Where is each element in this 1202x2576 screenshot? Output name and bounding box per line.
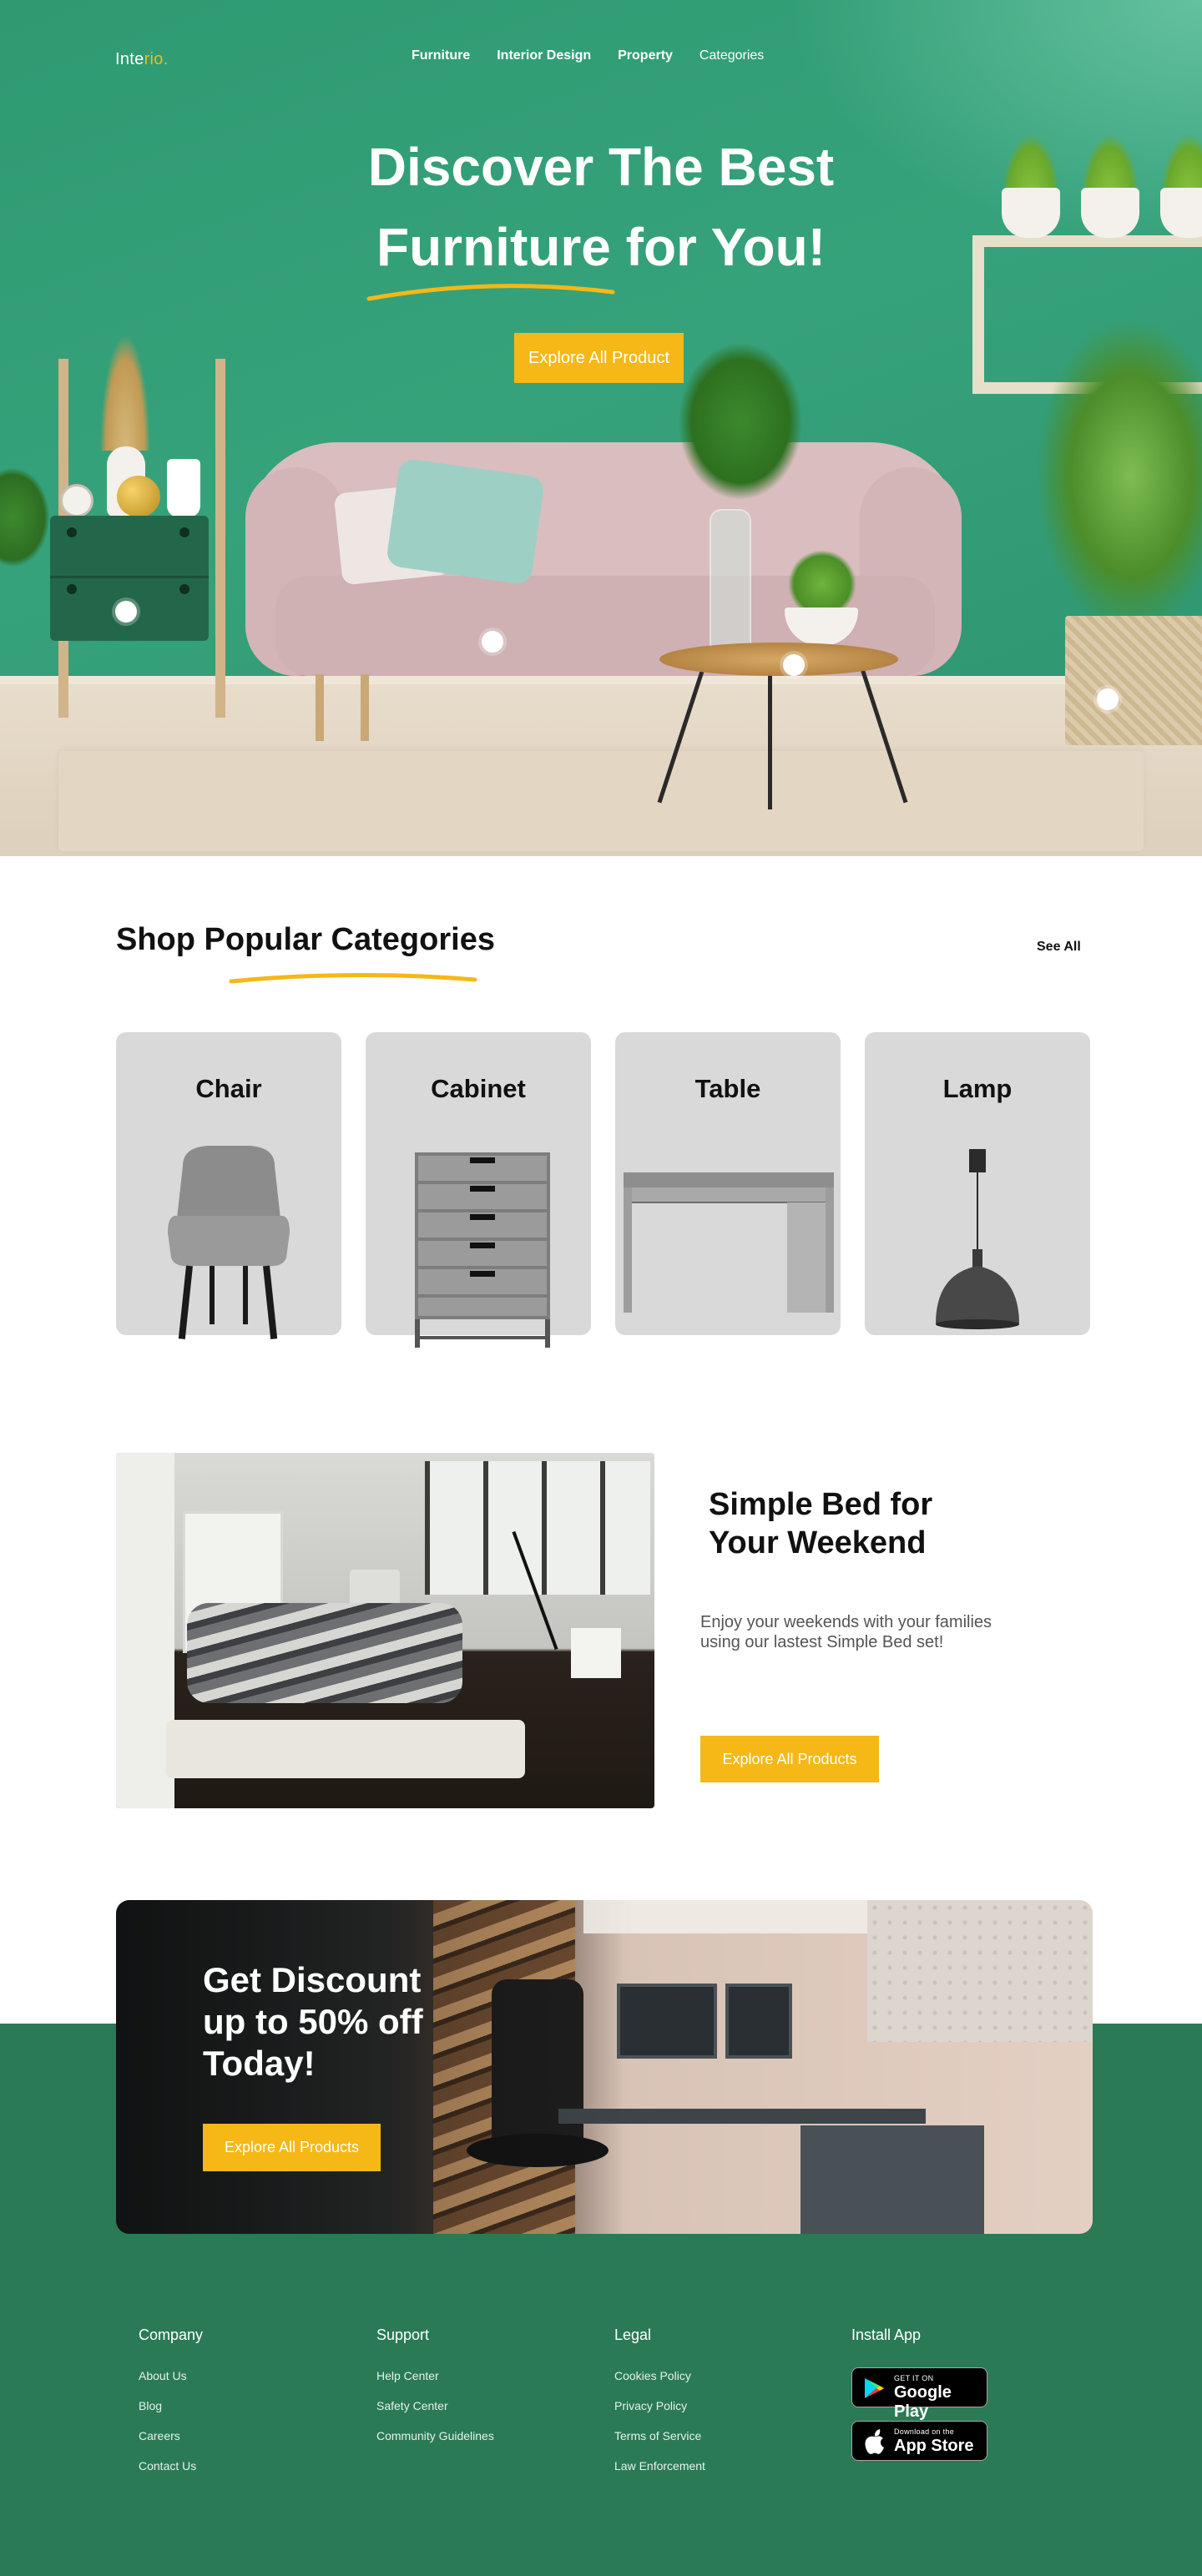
footer-heading: Legal [614,2326,652,2343]
apple-icon [865,2429,884,2454]
hero-underline [366,284,615,301]
footer-link-terms[interactable]: Terms of Service [614,2429,705,2442]
chair-icon [168,1146,290,1339]
cabinet-knob [67,527,77,537]
google-play-badge[interactable]: GET IT ON Google Play [851,2367,987,2421]
categories-underline [229,972,477,984]
hotspot-cabinet[interactable] [115,601,137,623]
nav-interior-design[interactable]: Interior Design [497,48,591,63]
footer-heading: Support [376,2326,430,2343]
desk-icon [624,1172,834,1313]
cabinet-knob [67,584,77,594]
apple-badge-small: Download on the [894,2427,955,2436]
category-label: Chair [195,1074,262,1103]
footer-link-cookies[interactable]: Cookies Policy [614,2369,705,2382]
cabinet-icon [415,1152,550,1348]
tall-plant [1035,317,1202,634]
feature-explore-button[interactable]: Explore All Products [700,1736,879,1782]
monitor-2 [725,1984,792,2059]
category-label: Lamp [942,1074,1013,1103]
footer-heading: Install App [851,2326,922,2343]
see-all-link[interactable]: See All [1037,940,1081,955]
footer-link-law[interactable]: Law Enforcement [614,2459,705,2473]
google-play-icon [865,2378,884,2398]
footer-col-legal: Legal Cookies Policy Privacy Policy Term… [614,2326,705,2489]
footer-col-install: Install App [851,2326,921,2369]
logo[interactable]: Interio. [115,50,169,69]
explore-all-product-button[interactable]: Explore All Product [514,333,684,383]
cabinet-knob [179,527,189,537]
logo-main: Inte [115,50,144,68]
pendant-lamp-icon [936,1149,1019,1329]
hotspot-table[interactable] [783,654,805,676]
hero-title-line2: Furniture for You! [376,217,826,277]
ladder-right-rail [215,359,225,718]
logo-accent: rio. [144,50,169,68]
google-badge-big: Google Play [894,2383,952,2421]
bedroom-rug [166,1720,525,1778]
striped-duvet [187,1603,462,1703]
footer-link-help[interactable]: Help Center [376,2369,494,2382]
promo-title: Get Discount up to 50% off Today! [203,1960,423,2083]
teal-pillow [385,457,546,586]
drawer-unit [800,2125,984,2234]
category-card-table[interactable]: Table [615,1032,841,1335]
clock-icon [60,484,93,517]
hero-section: Interio. Furniture Interior Design Prope… [0,0,1202,856]
promo-explore-button[interactable]: Explore All Products [203,2124,381,2171]
hero-title: Discover The Best Furniture for You! [0,127,1202,287]
table-leg [768,668,772,809]
footer-link-privacy[interactable]: Privacy Policy [614,2399,705,2412]
apple-badge-big: App Store [894,2437,974,2455]
sofa-leg [316,674,324,741]
footer-link-blog[interactable]: Blog [139,2399,203,2412]
wicker-basket [1065,616,1202,745]
footer-col-support: Support Help Center Safety Center Commun… [376,2326,494,2459]
nav-furniture[interactable]: Furniture [412,48,470,63]
footer-link-contact[interactable]: Contact Us [139,2459,203,2473]
coffee-table-top [659,643,898,676]
category-card-cabinet[interactable]: Cabinet [366,1032,591,1348]
window [425,1461,650,1595]
sofa-leg [361,674,369,741]
nav-property[interactable]: Property [618,48,673,63]
footer-link-careers[interactable]: Careers [139,2429,203,2442]
nav-links: Furniture Interior Design Property Categ… [412,43,764,68]
footer-link-safety[interactable]: Safety Center [376,2399,494,2412]
rug [58,751,1144,851]
pampas-grass [100,334,150,451]
app-store-badge[interactable]: Download on the App Store [851,2421,987,2461]
categories-title: Shop Popular Categories [116,922,495,957]
hotspot-sofa[interactable] [482,631,503,653]
bed-photo [116,1453,654,1808]
category-card-lamp[interactable]: Lamp [865,1032,1090,1335]
top-nav: Interio. Furniture Interior Design Prope… [0,43,1202,68]
footer-link-community[interactable]: Community Guidelines [376,2429,494,2442]
small-pot [167,459,200,517]
left-plant [0,467,50,567]
hero-title-line1: Discover The Best [367,137,835,197]
gold-ornament [117,476,160,517]
feature-description: Enjoy your weekends with your families u… [700,1613,992,1651]
footer-heading: Company [139,2326,204,2343]
monstera-plant [678,342,803,501]
google-badge-small: GET IT ON [894,2374,934,2382]
hotspot-basket[interactable] [1097,688,1119,710]
category-card-chair[interactable]: Chair [116,1032,341,1339]
nav-categories[interactable]: Categories [699,48,764,63]
cabinet-divider [50,576,209,578]
feature-title: Simple Bed for Your Weekend [709,1487,933,1560]
nightstand [571,1628,621,1678]
category-label: Table [694,1074,761,1103]
footer-col-company: Company About Us Blog Careers Contact Us [139,2326,203,2489]
footer-link-about[interactable]: About Us [139,2369,203,2382]
cabinet-knob [179,584,189,594]
category-label: Cabinet [431,1074,526,1103]
pegboard [867,1900,1093,2042]
glass-vase [710,509,751,651]
